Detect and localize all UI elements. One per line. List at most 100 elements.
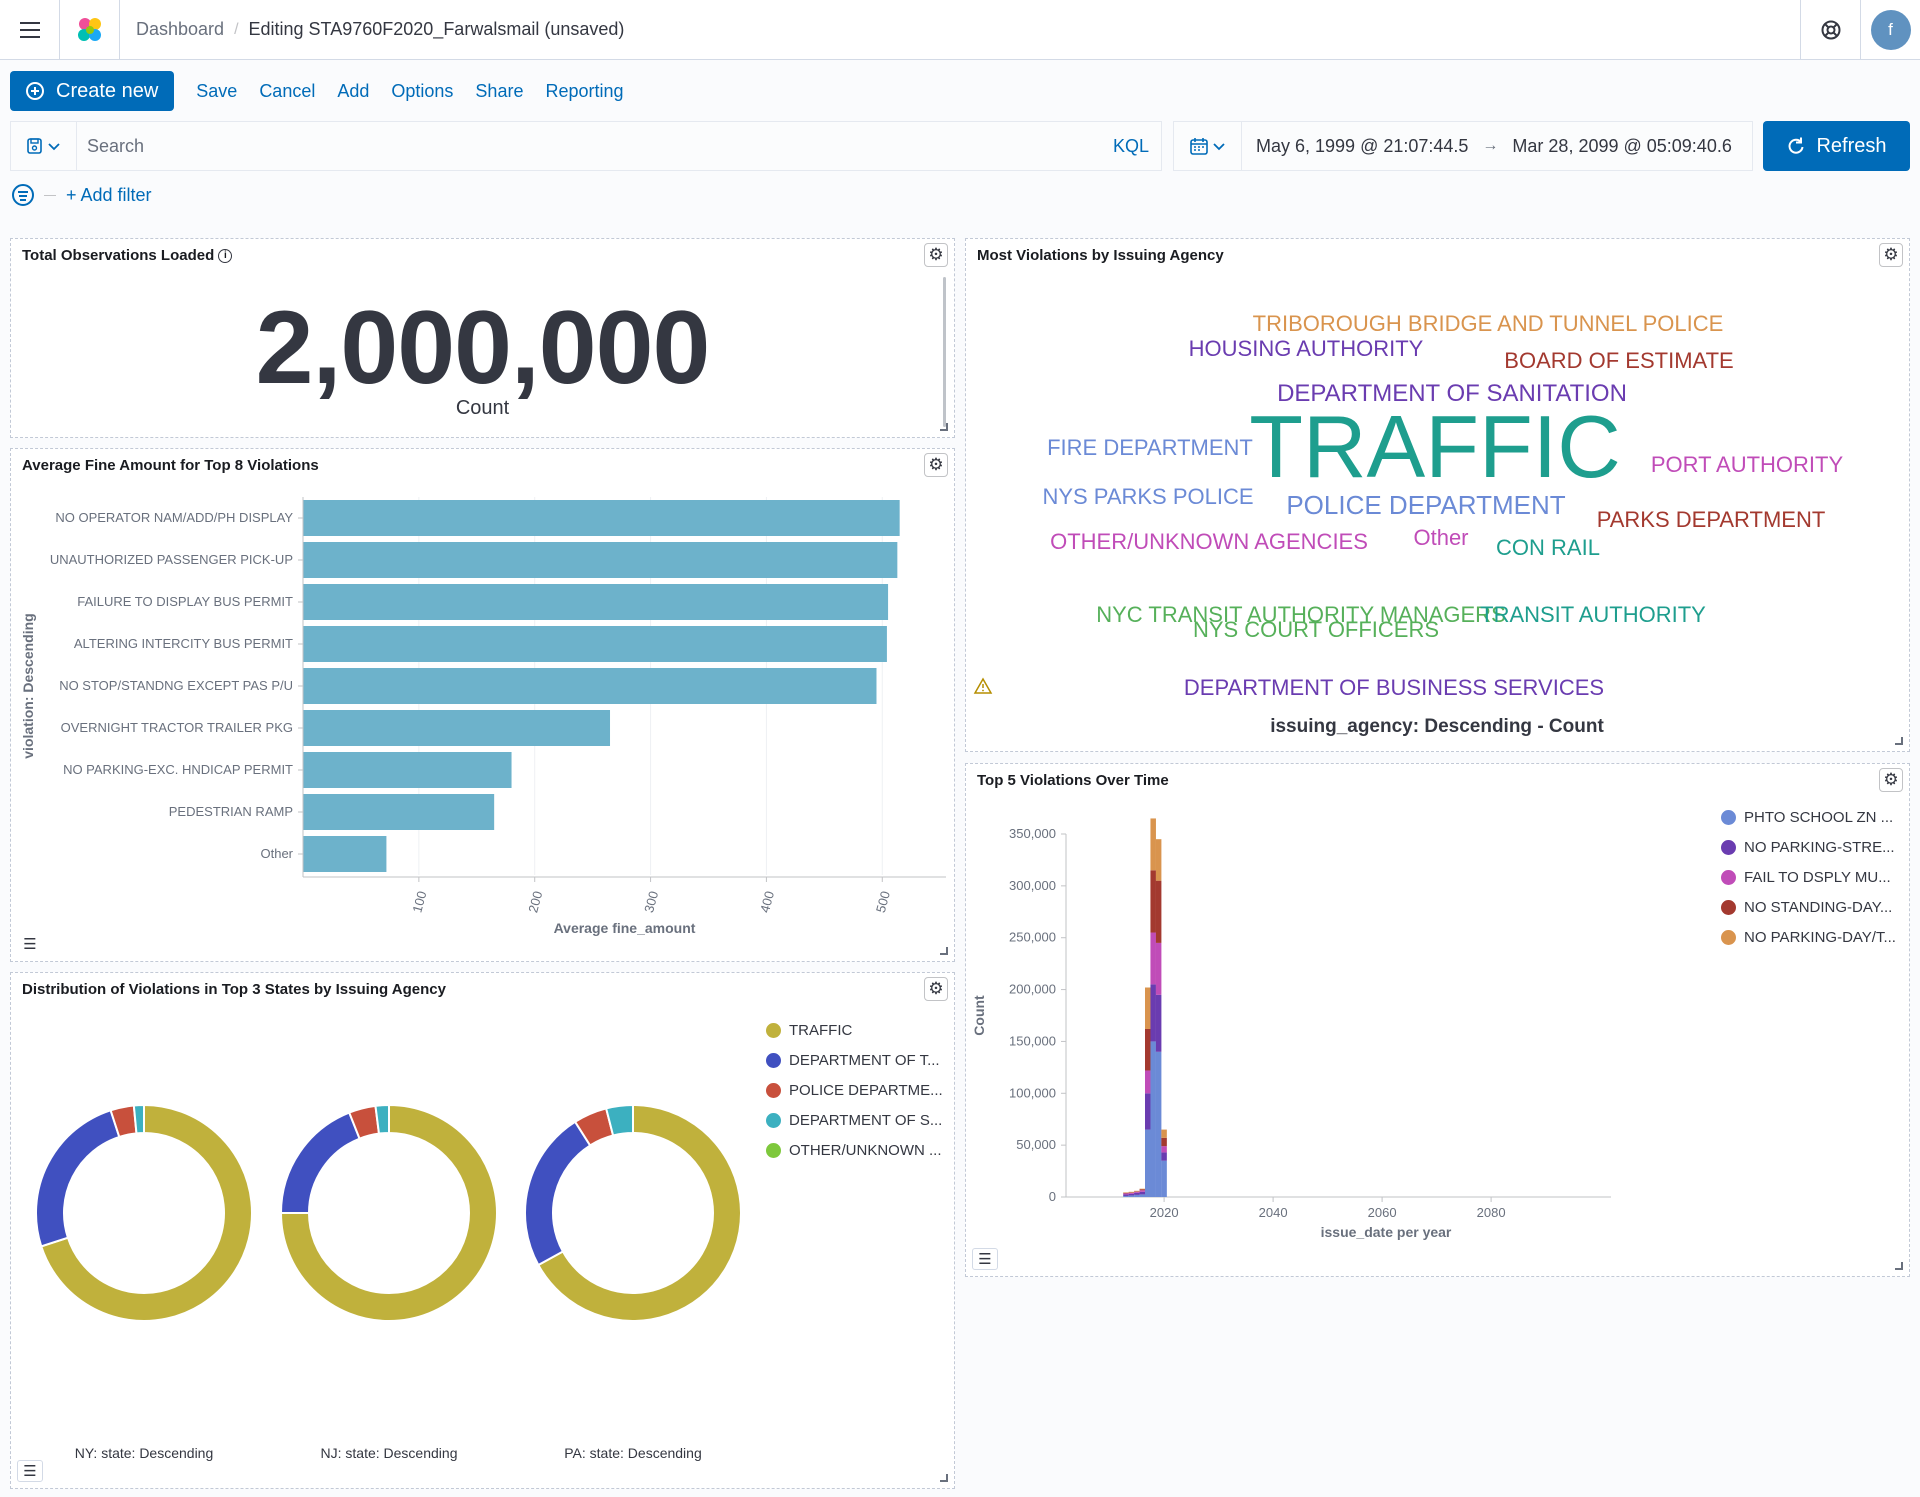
scrollbar[interactable]: [943, 277, 946, 427]
y-tick-label: NO STOP/STANDNG EXCEPT PAS P/U: [59, 678, 293, 693]
info-icon[interactable]: i: [218, 249, 233, 264]
resize-handle[interactable]: [940, 1474, 948, 1482]
stacked-bar-segment: [1128, 1195, 1135, 1197]
stacked-bar-segment: [1128, 1191, 1135, 1193]
gear-icon[interactable]: ⚙: [924, 453, 948, 477]
options-link[interactable]: Options: [391, 81, 453, 102]
stacked-bar-segment: [1161, 1129, 1167, 1138]
legend-item[interactable]: POLICE DEPARTME...: [766, 1075, 943, 1105]
resize-handle[interactable]: [1895, 737, 1903, 745]
kibana-logo-icon[interactable]: [60, 0, 120, 60]
create-new-label: Create new: [56, 79, 159, 102]
stacked-bar-segment: [1134, 1190, 1140, 1192]
legend-item[interactable]: NO PARKING-DAY/T...: [1721, 922, 1896, 952]
stacked-bar-segment: [1155, 942, 1162, 995]
legend-item[interactable]: OTHER/UNKNOWN ...: [766, 1135, 943, 1165]
legend-item[interactable]: FAIL TO DSPLY MU...: [1721, 862, 1896, 892]
filter-menu-icon[interactable]: [12, 184, 34, 206]
word-cloud-term: CON RAIL: [1496, 535, 1600, 560]
warning-icon[interactable]: [973, 677, 993, 694]
average-fine-chart: NO OPERATOR NAM/ADD/PH DISPLAY UNAUTHORIZ…: [20, 497, 946, 936]
stacked-bar-segment: [1128, 1192, 1135, 1193]
over-time-legend: PHTO SCHOOL ZN ... NO PARKING-STRE... FA…: [1721, 802, 1896, 952]
cancel-link[interactable]: Cancel: [259, 81, 315, 102]
add-link[interactable]: Add: [337, 81, 369, 102]
header-actions: f: [1800, 0, 1920, 60]
y-tick-label: NO OPERATOR NAM/ADD/PH DISPLAY: [55, 510, 293, 525]
add-filter-button[interactable]: + Add filter: [66, 185, 152, 206]
save-link[interactable]: Save: [196, 81, 237, 102]
stacked-bar-segment: [1134, 1191, 1140, 1193]
word-cloud-term: NYS COURT OFFICERS: [1193, 617, 1439, 642]
y-tick-label: 200,000: [1009, 982, 1056, 997]
quick-select-button[interactable]: [1174, 122, 1242, 170]
breadcrumb-separator: /: [234, 20, 239, 38]
legend-dot: [1721, 869, 1736, 885]
legend-dot: [766, 1052, 781, 1068]
y-tick-label: FAILURE TO DISPLAY BUS PERMIT: [77, 594, 293, 609]
word-cloud-term: PARKS DEPARTMENT: [1597, 507, 1826, 532]
reporting-link[interactable]: Reporting: [545, 81, 623, 102]
user-menu[interactable]: f: [1860, 0, 1920, 60]
create-new-button[interactable]: Create new: [10, 71, 175, 111]
x-tick-label: 2040: [1259, 1205, 1288, 1220]
gear-icon[interactable]: ⚙: [924, 977, 948, 1001]
search-input[interactable]: Search: [77, 136, 1113, 157]
distribution-legend: TRAFFIC DEPARTMENT OF T... POLICE DEPART…: [766, 1015, 943, 1165]
stacked-bar-segment: [1139, 1189, 1146, 1191]
y-tick-label: 150,000: [1009, 1033, 1056, 1048]
legend-item[interactable]: PHTO SCHOOL ZN ...: [1721, 802, 1896, 832]
legend-item[interactable]: DEPARTMENT OF S...: [766, 1105, 943, 1135]
saved-query-button[interactable]: [11, 122, 77, 170]
end-date[interactable]: Mar 28, 2099 @ 05:09:40.6: [1498, 136, 1745, 157]
word-cloud-term: OTHER/UNKNOWN AGENCIES: [1050, 529, 1368, 554]
x-tick-label: 2080: [1477, 1205, 1506, 1220]
gear-icon[interactable]: ⚙: [924, 243, 948, 267]
legend-item[interactable]: NO PARKING-STRE...: [1721, 832, 1896, 862]
menu-icon[interactable]: [0, 0, 60, 60]
stacked-bar-segment: [1139, 1190, 1146, 1192]
legend-item[interactable]: TRAFFIC: [766, 1015, 943, 1045]
breadcrumb-dashboard[interactable]: Dashboard: [136, 19, 224, 40]
word-cloud-term: TRANSIT AUTHORITY: [1480, 602, 1706, 627]
donut-label-ny: NY: state: Descending: [75, 1445, 214, 1461]
word-cloud-term: POLICE DEPARTMENT: [1286, 490, 1565, 520]
stacked-bar-segment: [1145, 1093, 1151, 1130]
x-tick-label: 2020: [1150, 1205, 1179, 1220]
x-tick-label: 200: [525, 889, 545, 914]
share-link[interactable]: Share: [475, 81, 523, 102]
legend-label: NO PARKING-STRE...: [1744, 838, 1895, 856]
legend-toggle-icon[interactable]: ☰: [972, 1248, 998, 1270]
word-cloud-term: Other: [1413, 525, 1468, 550]
stacked-bar-segment: [1155, 839, 1162, 881]
gear-icon[interactable]: ⚙: [1879, 243, 1903, 267]
start-date[interactable]: May 6, 1999 @ 21:07:44.5: [1242, 136, 1482, 157]
panel-title: Total Observations Loaded i: [22, 247, 233, 264]
resize-handle[interactable]: [940, 423, 948, 431]
x-tick-label: 500: [873, 889, 893, 914]
legend-item[interactable]: DEPARTMENT OF T...: [766, 1045, 943, 1075]
legend-label: FAIL TO DSPLY MU...: [1744, 868, 1891, 886]
refresh-button[interactable]: Refresh: [1763, 121, 1910, 171]
help-icon[interactable]: [1800, 0, 1860, 60]
bar: [303, 752, 512, 788]
legend-dot: [766, 1112, 781, 1128]
stacked-bar-segment: [1145, 1028, 1151, 1071]
kql-toggle[interactable]: KQL: [1113, 136, 1161, 157]
bar: [303, 794, 495, 830]
resize-handle[interactable]: [1895, 1262, 1903, 1270]
resize-handle[interactable]: [940, 947, 948, 955]
refresh-label: Refresh: [1816, 134, 1887, 157]
gear-icon[interactable]: ⚙: [1879, 768, 1903, 792]
donut-label-pa: PA: state: Descending: [564, 1445, 701, 1461]
avatar[interactable]: f: [1870, 10, 1911, 50]
query-bar: Search KQL: [10, 121, 1162, 171]
legend-toggle-icon[interactable]: ☰: [17, 933, 43, 955]
y-axis-label: Count: [971, 995, 987, 1036]
stacked-bar-segment: [1145, 987, 1151, 1029]
legend-toggle-icon[interactable]: ☰: [17, 1460, 43, 1482]
breadcrumb: Dashboard / Editing STA9760F2020_Farwals…: [120, 19, 624, 40]
panel-total-observations: Total Observations Loaded i ⚙ 2,000,000 …: [10, 238, 955, 438]
x-tick-label: 300: [641, 889, 661, 914]
legend-item[interactable]: NO STANDING-DAY...: [1721, 892, 1896, 922]
